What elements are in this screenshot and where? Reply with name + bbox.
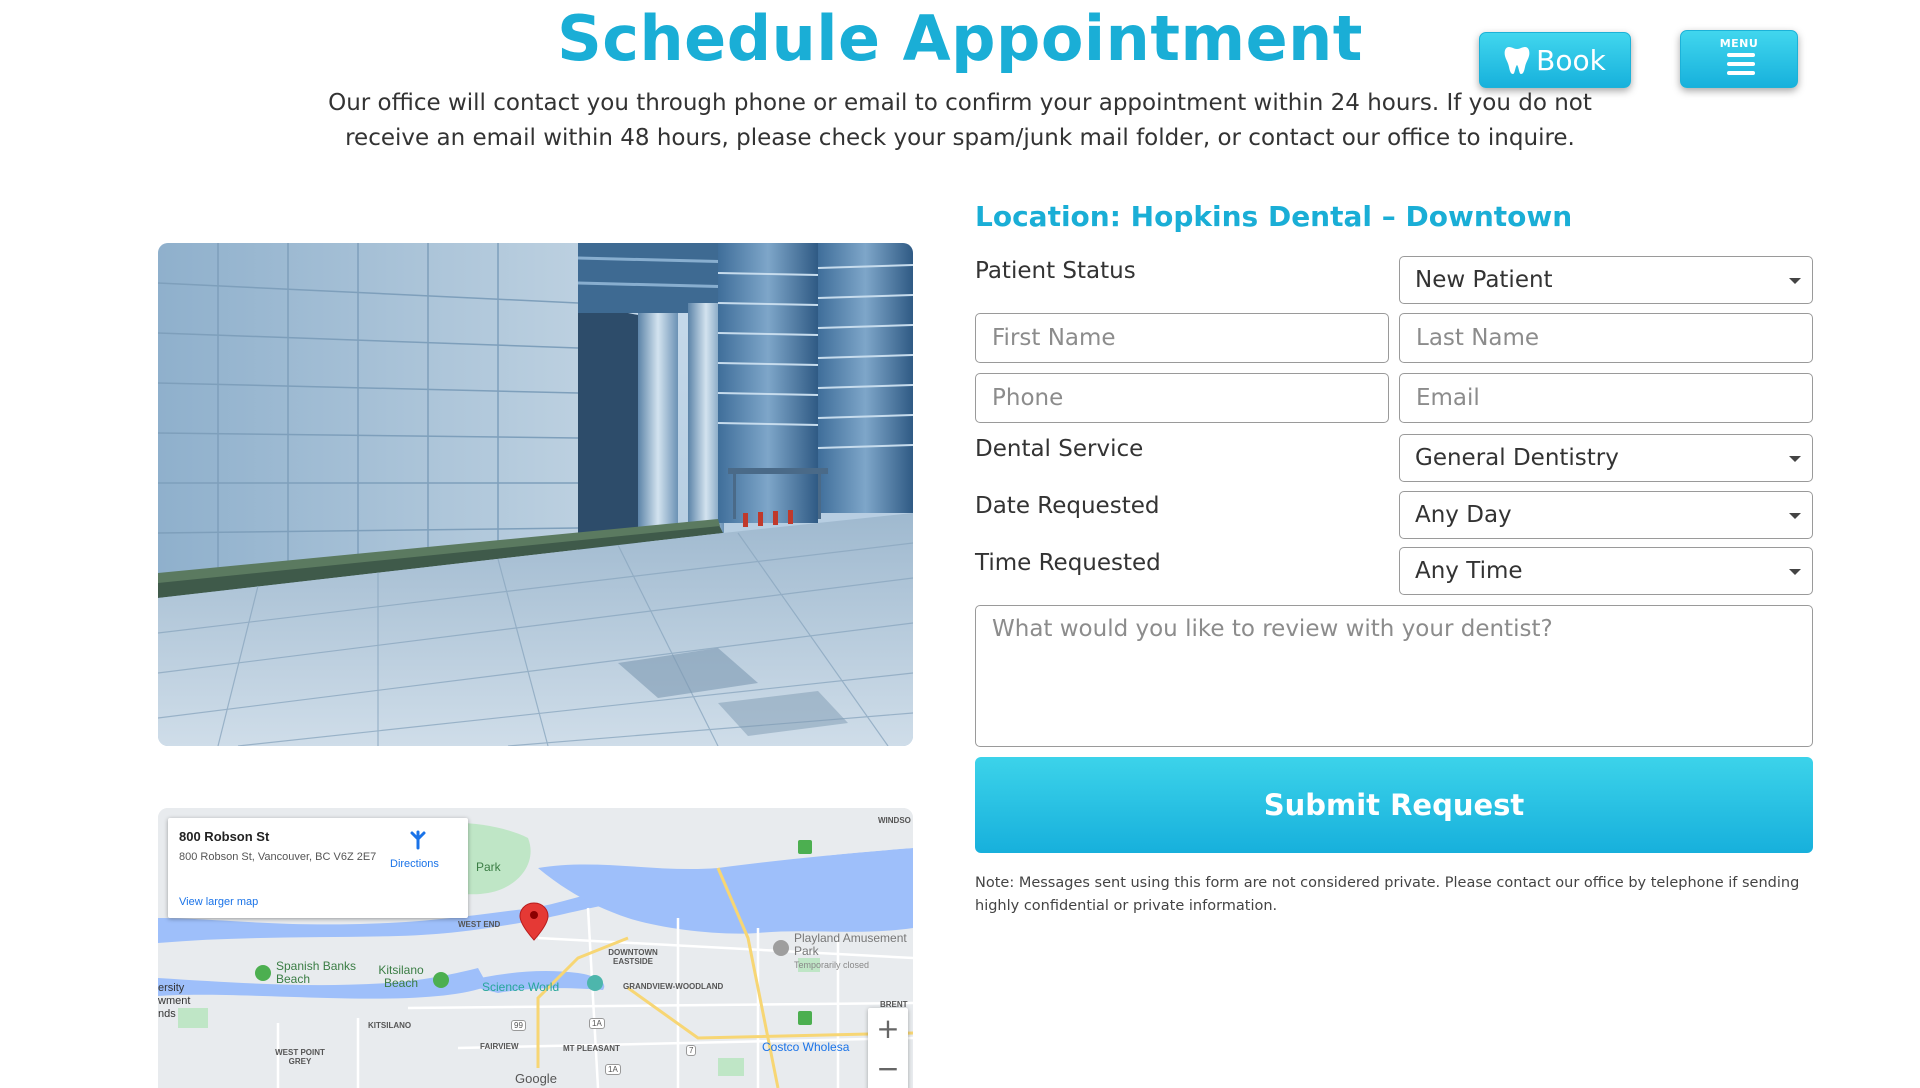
map-label-west-end: WEST END bbox=[458, 920, 501, 929]
chevron-down-icon bbox=[1789, 513, 1801, 519]
map-label-highway-1a: 1A bbox=[589, 1018, 605, 1029]
privacy-note: Note: Messages sent using this form are … bbox=[975, 875, 1800, 914]
map-zoom-control: + − bbox=[868, 1008, 908, 1088]
date-requested-select[interactable]: Any Day bbox=[1399, 491, 1813, 539]
book-button[interactable]: Book bbox=[1479, 32, 1631, 88]
menu-button[interactable]: MENU bbox=[1680, 30, 1798, 88]
map-label-west-point-grey: WEST POINT GREY bbox=[275, 1048, 325, 1066]
time-requested-select[interactable]: Any Time bbox=[1399, 547, 1813, 595]
first-name-input[interactable] bbox=[975, 313, 1389, 363]
date-requested-label: Date Requested bbox=[975, 493, 1160, 519]
time-requested-label: Time Requested bbox=[975, 550, 1161, 576]
phone-input[interactable] bbox=[975, 373, 1389, 423]
office-building-image bbox=[158, 243, 913, 746]
directions-link[interactable]: Directions bbox=[390, 858, 439, 870]
intro-text: Our office will contact you through phon… bbox=[328, 90, 1592, 151]
map-label-mt-pleasant: MT PLEASANT bbox=[563, 1044, 620, 1053]
map-label-ersity: ersity bbox=[158, 982, 185, 994]
view-larger-map-link[interactable]: View larger map bbox=[179, 896, 258, 908]
map-label-spanish-banks: Spanish Banks Beach bbox=[276, 959, 357, 986]
date-requested-value: Any Day bbox=[1415, 502, 1512, 528]
zoom-in-button[interactable]: + bbox=[868, 1008, 908, 1048]
submit-request-button[interactable]: Submit Request bbox=[975, 757, 1813, 853]
directions-icon[interactable] bbox=[408, 830, 428, 850]
map-label-downtown-eastside: DOWNTOWN EASTSIDE bbox=[608, 948, 658, 966]
email-input[interactable] bbox=[1399, 373, 1813, 423]
map-label-playland: Playland Amusement Park bbox=[794, 931, 907, 958]
google-logo: Google bbox=[515, 1071, 557, 1086]
menu-label: MENU bbox=[1719, 37, 1759, 50]
hamburger-icon bbox=[1727, 53, 1755, 80]
map-label-nds: nds bbox=[158, 1008, 176, 1020]
map-label-science-world: Science World bbox=[482, 980, 560, 994]
map-label-costco: Costco Wholesa bbox=[762, 1040, 850, 1054]
location-title: Location: Hopkins Dental – Downtown bbox=[975, 200, 1573, 233]
map-label-highway-99: 99 bbox=[511, 1020, 526, 1031]
tooth-icon bbox=[1504, 47, 1530, 74]
map-label-highway-7: 7 bbox=[686, 1045, 697, 1056]
dental-service-label: Dental Service bbox=[975, 436, 1144, 462]
map-label-temporarily-closed: Temporarily closed bbox=[794, 960, 870, 970]
last-name-input[interactable] bbox=[1399, 313, 1813, 363]
book-label: Book bbox=[1536, 43, 1606, 77]
dental-service-value: General Dentistry bbox=[1415, 445, 1619, 471]
chevron-down-icon bbox=[1789, 456, 1801, 462]
map-label-kitsilano-beach: Kitsilano Beach bbox=[378, 963, 424, 990]
map-label-fairview: FAIRVIEW bbox=[480, 1042, 519, 1051]
map-label-windso: WINDSO bbox=[878, 816, 911, 825]
map-label-grandview: GRANDVIEW-WOODLAND bbox=[623, 982, 724, 991]
message-textarea[interactable] bbox=[975, 605, 1813, 747]
map-address-title: 800 Robson St bbox=[179, 829, 270, 844]
map-label-kitsilano: KITSILANO bbox=[368, 1021, 412, 1030]
map-address-card: 800 Robson St 800 Robson St, Vancouver, … bbox=[168, 818, 468, 918]
location-map[interactable]: Park WEST END DOWNTOWN EASTSIDE Playland… bbox=[158, 808, 913, 1088]
page-title: Schedule Appointment bbox=[557, 2, 1363, 75]
dental-service-select[interactable]: General Dentistry bbox=[1399, 434, 1813, 482]
zoom-out-button[interactable]: − bbox=[868, 1048, 908, 1088]
patient-status-value: New Patient bbox=[1415, 267, 1553, 293]
patient-status-select[interactable]: New Patient bbox=[1399, 256, 1813, 304]
map-address-full: 800 Robson St, Vancouver, BC V6Z 2E7 bbox=[179, 851, 377, 863]
chevron-down-icon bbox=[1789, 278, 1801, 284]
chevron-down-icon bbox=[1789, 569, 1801, 575]
map-label-highway-1a-south: 1A bbox=[605, 1064, 621, 1075]
patient-status-label: Patient Status bbox=[975, 258, 1136, 284]
map-label-wment: wment bbox=[158, 995, 191, 1007]
time-requested-value: Any Time bbox=[1415, 558, 1523, 584]
map-label-park: Park bbox=[476, 860, 501, 874]
